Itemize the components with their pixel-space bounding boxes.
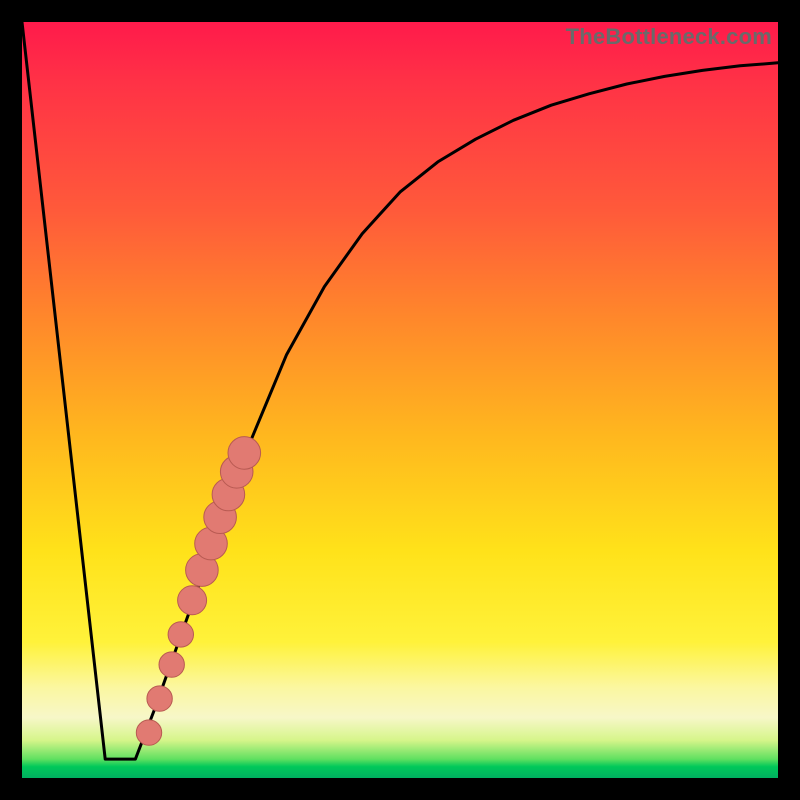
data-marker [168,622,193,647]
series-path [22,22,778,759]
data-marker [147,686,172,711]
data-marker [178,586,207,615]
chart-svg [22,22,778,778]
data-marker [228,437,261,470]
plot-area: TheBottleneck.com [22,22,778,778]
chart-frame: TheBottleneck.com [0,0,800,800]
marker-group [136,437,260,746]
data-marker [159,652,184,677]
data-marker [136,720,161,745]
